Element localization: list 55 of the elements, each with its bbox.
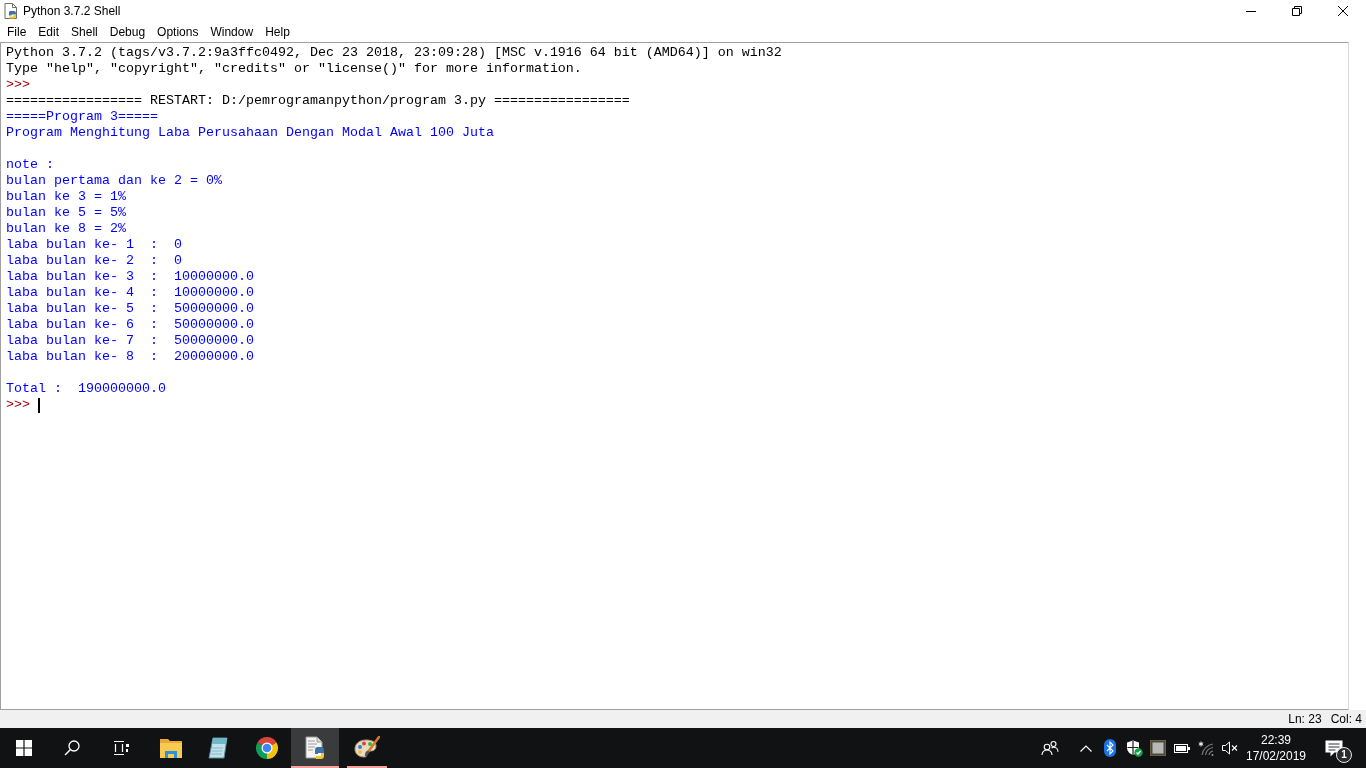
minimize-icon [1246, 10, 1256, 12]
output-line: Total : 190000000.0 [6, 381, 166, 397]
shield-check-icon[interactable] [1125, 739, 1143, 757]
shell-prompt: >>> [6, 77, 30, 93]
output-line: laba bulan ke- 4 : 10000000.0 [6, 285, 254, 301]
battery-icon[interactable] [1174, 743, 1190, 753]
restart-line: ================= RESTART: D:/pemrogramanpython/program 3.py ================= [6, 93, 630, 109]
folder-icon[interactable] [159, 737, 183, 759]
output-line: bulan ke 5 = 5% [6, 205, 126, 221]
output-line: laba bulan ke- 5 : 50000000.0 [6, 301, 254, 317]
people-icon[interactable] [1041, 740, 1059, 756]
restore-icon [1292, 6, 1302, 16]
output-line: bulan pertama dan ke 2 = 0% [6, 173, 222, 189]
menu-item[interactable]: Window [204, 23, 260, 41]
notepad-icon[interactable] [207, 736, 231, 760]
output-line: laba bulan ke- 3 : 10000000.0 [6, 269, 254, 285]
task-view-icon[interactable] [113, 740, 130, 756]
clock-date: 17/02/2019 [1245, 749, 1307, 763]
bluetooth-icon[interactable] [1104, 739, 1116, 757]
close-icon [1338, 6, 1348, 16]
script-file-icon [3, 3, 19, 19]
script-file-icon[interactable] [303, 736, 327, 760]
volume-muted-icon[interactable] [1222, 741, 1238, 755]
chevron-up-icon[interactable] [1080, 744, 1092, 752]
menu-item[interactable]: Help [259, 23, 296, 41]
output-line: laba bulan ke- 8 : 20000000.0 [6, 349, 254, 365]
menu-item[interactable]: File [1, 23, 33, 41]
browser-icon[interactable] [255, 736, 279, 760]
output-line: =====Program 3===== [6, 109, 158, 125]
palette-icon[interactable] [354, 736, 380, 760]
output-line: note : [6, 157, 54, 173]
menu-item[interactable]: Edit [32, 23, 66, 41]
output-line: laba bulan ke- 6 : 50000000.0 [6, 317, 254, 333]
square-app-icon[interactable] [1150, 740, 1166, 756]
notification-badge: 1 [1336, 747, 1352, 763]
menu-item[interactable]: Debug [103, 23, 152, 41]
clock-time: 22:39 [1261, 733, 1291, 747]
banner-line: Python 3.7.2 (tags/v3.7.2:9a3ffc0492, Dec 23 2018, 23:09:28) [MSC v.1916 64 bit (AMD64)] on win32 [6, 45, 782, 61]
shell-prompt: >>> [6, 397, 30, 413]
banner-line: Type "help", "copyright", "credits" or "license()" for more information. [6, 61, 582, 77]
windows-logo-icon[interactable] [16, 740, 32, 756]
line-number-status: Ln: 23 [1288, 712, 1322, 726]
menu-item[interactable]: Shell [65, 23, 104, 41]
output-line: laba bulan ke- 2 : 0 [6, 253, 182, 269]
window-title: Python 3.7.2 Shell [23, 4, 121, 18]
taskbar-app-button[interactable] [291, 728, 339, 768]
output-line: Program Menghitung Laba Perusahaan Dengan Modal Awal 100 Juta [6, 125, 494, 141]
output-line: bulan ke 3 = 1% [6, 189, 126, 205]
menu-item[interactable]: Options [151, 23, 205, 41]
column-number-status: Col: 4 [1330, 712, 1362, 726]
wifi-icon[interactable] [1198, 740, 1214, 756]
search-icon[interactable] [64, 740, 80, 756]
output-line: bulan ke 8 = 2% [6, 221, 126, 237]
output-line: laba bulan ke- 7 : 50000000.0 [6, 333, 254, 349]
output-line: laba bulan ke- 1 : 0 [6, 237, 182, 253]
